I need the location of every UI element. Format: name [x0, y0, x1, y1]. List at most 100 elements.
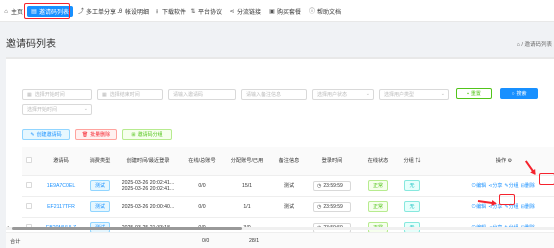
col-header-blank: [426, 147, 454, 176]
row-alloc-cell: 15/1: [222, 175, 272, 197]
help-icon: ⓘ: [309, 8, 316, 15]
remark-input[interactable]: 请输入备注信息: [241, 89, 307, 100]
create-label: 创建邀请码: [36, 132, 62, 138]
col-header-type: 消费类型: [86, 147, 114, 176]
nav-detail[interactable]: Ꭿ 帐设明细: [117, 6, 149, 17]
row-select-cell[interactable]: [22, 196, 36, 218]
col-header-ops-label: 操作: [495, 158, 507, 165]
col-header-online: 在线/总账号: [182, 147, 222, 176]
delete-action-label: 删除: [524, 204, 535, 210]
checkbox[interactable]: [26, 202, 32, 209]
row-select-cell[interactable]: [22, 175, 36, 197]
group-icon: ⊞: [131, 131, 136, 138]
group-action[interactable]: ✎分组: [504, 183, 518, 189]
delete-action-label: 删除: [524, 183, 535, 189]
row-login-cell: ◷23:59:59: [306, 175, 358, 197]
row-login-cell: ◷23:59:59: [306, 196, 358, 218]
reset-button[interactable]: ▪ 重置: [456, 88, 492, 99]
user-type-select[interactable]: 选择用户类型 ⌄: [379, 89, 449, 100]
nav-home[interactable]: ⌂ 主页: [3, 6, 23, 17]
remark-placeholder: 请输入备注信息: [246, 92, 282, 98]
checkbox[interactable]: [26, 181, 32, 188]
calendar-icon: ▦: [27, 91, 32, 98]
nav-protocol-label: 平台协议: [198, 10, 223, 16]
nav-home-label: 主页: [11, 10, 24, 16]
row-blank-cell: [426, 196, 454, 218]
row-note-cell: 测试: [272, 196, 306, 218]
nav-link[interactable]: ⋖ 分流链接: [229, 6, 261, 17]
table-row: 1E9A7C0EL 测试 2025-03-26 20:02:41... 2025-03…: [22, 175, 554, 197]
invite-code-link[interactable]: 1E9A7C0EL: [47, 183, 76, 189]
edit-annotation-box: [499, 194, 515, 205]
download-icon: ⭳: [155, 8, 159, 15]
summary-label: 合计: [10, 239, 21, 245]
top-nav-bar: ⌂ 主页 ▤ 邀请码列表 ⤴ 多工单分享 Ꭿ 帐设明细 ⭳ 下载软件 ⇅ 平台协…: [0, 0, 554, 22]
login-time-value: 23:59:59: [323, 203, 343, 210]
second-start-time-select[interactable]: 选择开始时间 ⌄: [22, 104, 92, 115]
nav-share[interactable]: ⤴ 多工单分享: [78, 6, 116, 17]
end-time-input[interactable]: ▦ 选择结束时间: [97, 89, 163, 100]
nav-download-label: 下载软件: [162, 10, 187, 16]
invite-code-input[interactable]: 请输入邀请码: [168, 89, 236, 100]
page-title: 邀请码列表: [6, 39, 56, 50]
row-code-cell: 1E9A7C0EL: [36, 175, 86, 197]
user-type-placeholder: 选择用户类型: [384, 92, 415, 98]
nav-help-label: 帮助文档: [317, 10, 342, 16]
nav-protocol[interactable]: ⇅ 平台协议: [190, 6, 222, 17]
horizontal-scroll-thumb[interactable]: [12, 227, 242, 230]
search-button[interactable]: ○ 搜索: [500, 88, 538, 99]
row-online-cell: 0/0: [182, 175, 222, 197]
row-status-cell: 正常: [358, 175, 398, 197]
sort-icon[interactable]: ⇅: [415, 158, 420, 164]
edit-action-label: 编辑: [476, 204, 487, 210]
breadcrumb-home-icon[interactable]: ⌂: [517, 42, 520, 48]
end-time-placeholder: 选择结束时间: [109, 92, 140, 98]
checkbox[interactable]: [26, 156, 32, 163]
start-time-placeholder: 选择开始时间: [34, 92, 65, 98]
nav-download[interactable]: ⭳ 下载软件: [154, 6, 186, 17]
row-blank-cell: [426, 175, 454, 197]
user-status-select[interactable]: 选择用户状态 ⌄: [312, 89, 374, 100]
group-badge: 无: [404, 180, 420, 191]
col-header-login: 登录时间: [306, 147, 358, 176]
edit-action-label: 编辑: [476, 183, 487, 189]
edit-action[interactable]: ⊙编辑: [471, 204, 486, 210]
start-time-input[interactable]: ▦ 选择开始时间: [22, 89, 92, 100]
col-header-note: 备注信息: [272, 147, 306, 176]
time-picker[interactable]: ◷23:59:59: [313, 201, 351, 212]
second-start-time-placeholder: 选择开始时间: [27, 107, 58, 113]
nav-help[interactable]: ⓘ 帮助文档: [309, 6, 341, 17]
login-time-value: 23:59:59: [323, 182, 343, 189]
nav-annotation-box: [24, 3, 70, 19]
time-picker[interactable]: ◷23:59:59: [313, 180, 351, 191]
breadcrumb-current: 邀请码列表: [524, 42, 552, 48]
col-header-ops: 操作 ⚙: [454, 147, 554, 176]
invite-group-button[interactable]: ⊞ 邀请码分组: [122, 129, 172, 140]
delete-action[interactable]: ⊟删除: [521, 183, 535, 189]
edit-action[interactable]: ⊙编辑: [471, 183, 486, 189]
delete-label: 批量删除: [90, 132, 111, 138]
col-header-group-label: 分组: [403, 158, 414, 165]
invite-code-placeholder: 请输入邀请码: [173, 92, 204, 98]
select-all-checkbox[interactable]: [22, 147, 36, 176]
nav-purchase[interactable]: ▣ 购买套餐: [269, 6, 301, 17]
breadcrumb-separator: /: [521, 42, 523, 48]
batch-delete-button[interactable]: 🗑 批量删除: [75, 129, 117, 140]
clock-icon: ◷: [317, 182, 322, 189]
col-header-alloc: 分配账号/已用: [222, 147, 272, 176]
create-invite-code-button[interactable]: ✎ 创建邀请码: [22, 129, 70, 140]
reset-icon: ▪: [467, 90, 469, 97]
share-action[interactable]: ⋖分享: [488, 183, 502, 189]
delete-action[interactable]: ⊟删除: [521, 204, 535, 210]
group-badge: 无: [404, 201, 420, 212]
row-type-cell: 测试: [86, 175, 114, 197]
share-icon: ⤴: [78, 8, 85, 15]
summary-alloc: 28/1: [249, 238, 260, 244]
panel-top-divider: [6, 57, 554, 59]
chevron-down-icon: ⌄: [440, 91, 445, 97]
row-alloc-cell: 1/1: [222, 196, 272, 218]
detail-icon: Ꭿ: [117, 8, 123, 15]
row-status-cell: 正常: [358, 196, 398, 218]
settings-icon[interactable]: ⚙: [508, 158, 513, 164]
invite-code-link[interactable]: EF2117TFR: [47, 204, 75, 210]
